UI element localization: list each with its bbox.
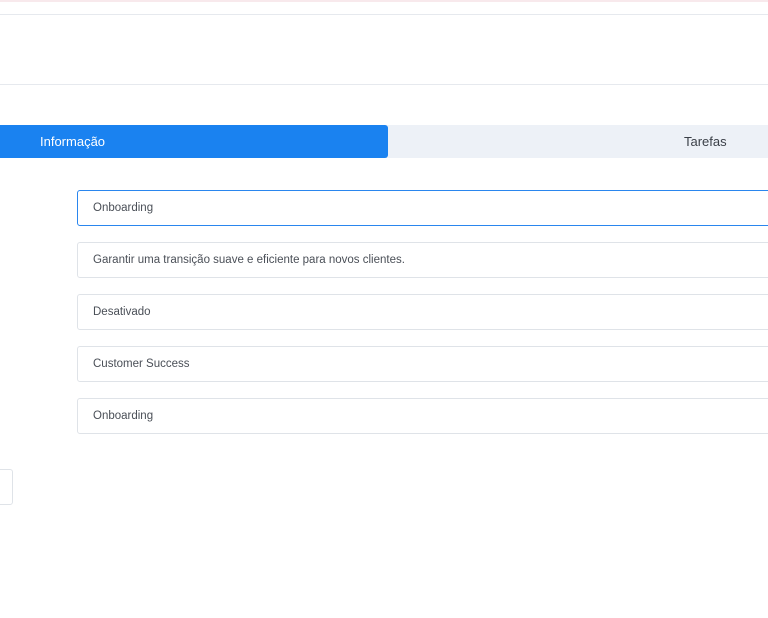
status-field[interactable]: Desativado	[77, 294, 768, 330]
top-accent-line	[0, 0, 768, 2]
header-area	[0, 15, 768, 85]
category-field[interactable]: Onboarding	[77, 398, 768, 434]
name-field[interactable]: Onboarding	[77, 190, 768, 226]
description-field[interactable]: Garantir uma transição suave e eficiente…	[77, 242, 768, 278]
partial-button[interactable]	[0, 469, 13, 505]
tab-informacao[interactable]: Informação	[0, 125, 388, 158]
department-field[interactable]: Customer Success	[77, 346, 768, 382]
tab-bar: Informação Tarefas	[0, 125, 768, 158]
tab-tarefas[interactable]: Tarefas	[388, 125, 768, 158]
top-bar	[0, 0, 768, 15]
